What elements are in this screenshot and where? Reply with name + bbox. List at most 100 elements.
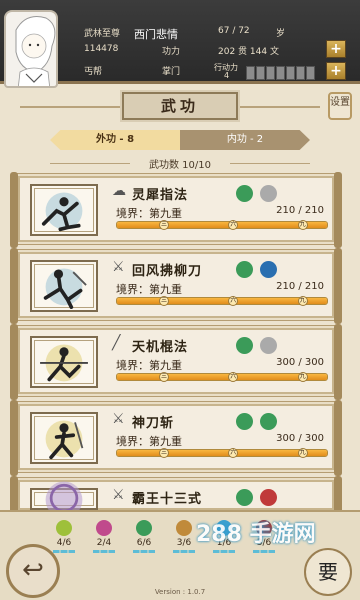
skill-progress-value: 300 / 300 xyxy=(276,357,324,368)
skill-progress-value: 300 / 300 xyxy=(276,433,324,444)
blade-icon: ⚔ xyxy=(112,259,125,275)
attribute-orb-icon xyxy=(56,520,72,536)
skill-attribute-badge xyxy=(236,489,253,506)
add-action-button[interactable]: + xyxy=(326,62,346,80)
title-divider-right xyxy=(240,106,320,108)
skill-progress-value: 210 / 210 xyxy=(276,205,324,216)
site-watermark-logo: 288 手游网 xyxy=(196,516,316,548)
attribute-slot-pips xyxy=(53,550,75,553)
player-header: 武林至尊 西门悲情 67 / 72 岁 114478 功力 202 贯 144 … xyxy=(0,0,360,88)
skill-portrait xyxy=(30,412,98,464)
tab-internal-skills[interactable]: 内功 - 2 xyxy=(180,130,310,150)
scroll-handle-right xyxy=(334,172,342,248)
skill-progress-bar: 三六九 xyxy=(116,448,328,458)
stage-marker: 三 xyxy=(159,448,169,458)
skill-name: 天机棍法 xyxy=(132,340,189,355)
skill-progress-bar: 三六九 xyxy=(116,296,328,306)
action-point-slot xyxy=(296,66,305,80)
skill-realm: 境界：第九重 xyxy=(116,283,182,296)
action-point-slot xyxy=(276,66,285,80)
skill-attribute-badge xyxy=(236,413,253,430)
skill-card[interactable]: ⚔ 回风拂柳刀 境界：第九重 210 / 210 三 六 九 xyxy=(10,248,342,324)
attribute-slot[interactable]: 4/6 xyxy=(46,520,82,553)
version-label: Version : 1.0.7 xyxy=(154,588,206,596)
stage-marker: 九 xyxy=(297,296,308,306)
stage-marker: 三 xyxy=(159,372,169,382)
skill-name: 霸王十三式 xyxy=(132,492,203,507)
page-title: 武功 xyxy=(120,90,240,122)
scroll-handle-right xyxy=(334,248,342,324)
attribute-slot-value: 2/4 xyxy=(96,538,112,548)
scroll-handle-left xyxy=(10,400,18,476)
skill-progress-bar: 三六九 xyxy=(116,372,328,382)
stage-marker: 九 xyxy=(297,220,308,230)
stage-marker: 三 xyxy=(159,296,169,306)
skill-card[interactable]: ⚔ 霸王十三式 xyxy=(10,476,342,552)
action-value: 4 xyxy=(224,71,230,80)
age-value: 67 / 72 xyxy=(218,26,250,36)
martial-artist-silhouette-icon xyxy=(43,268,87,309)
title-divider-left xyxy=(20,106,120,108)
staff-icon: ╱ xyxy=(112,335,121,351)
stage-marker: 六 xyxy=(228,372,239,382)
skill-count: 武功数 10/10 xyxy=(0,156,360,171)
sword-icon: ⚔ xyxy=(112,487,125,503)
skill-progress-fill xyxy=(117,374,327,380)
avatar-portrait-icon xyxy=(15,16,56,86)
skill-progress-fill xyxy=(117,450,327,456)
martial-artist-silhouette-icon xyxy=(45,420,84,460)
skill-portrait xyxy=(30,336,98,388)
action-point-slot xyxy=(266,66,275,80)
stage-marker: 三 xyxy=(159,220,169,230)
scroll-handle-left xyxy=(10,248,18,324)
skill-portrait xyxy=(30,260,98,312)
action-point-slot xyxy=(306,66,315,80)
skill-realm: 境界：第九重 xyxy=(116,207,182,220)
skill-attribute-badge xyxy=(260,413,277,430)
scroll-handle-left xyxy=(10,172,18,248)
stage-marker: 六 xyxy=(228,448,239,458)
skill-card[interactable]: ☁ 灵犀指法境界：第九重 210 / 210 三 六 九 xyxy=(10,172,342,248)
attribute-orb-icon xyxy=(96,520,112,536)
skill-progress-fill xyxy=(117,222,327,228)
skill-attribute-badge xyxy=(260,261,277,278)
attribute-slot-value: 4/6 xyxy=(56,538,72,548)
martial-artist-silhouette-icon xyxy=(40,344,88,382)
action-point-slot xyxy=(256,66,265,80)
settings-button[interactable]: 设置 xyxy=(328,92,352,120)
age-unit: 岁 xyxy=(276,29,286,39)
skill-portrait xyxy=(30,184,98,236)
skill-progress-bar: 三六九 xyxy=(116,220,328,230)
attribute-slot-pips xyxy=(213,550,235,553)
sect-label: 丐帮 xyxy=(84,67,103,77)
header-row-1: 武林至尊 西门悲情 67 / 72 岁 xyxy=(76,22,316,42)
add-silver-button[interactable]: + xyxy=(326,40,346,58)
attribute-slot-pips xyxy=(133,550,155,553)
stage-marker: 九 xyxy=(297,372,308,382)
attribute-orb-icon xyxy=(136,520,152,536)
skill-name: 灵犀指法 xyxy=(132,188,189,203)
tab-external-skills[interactable]: 外功 - 8 xyxy=(50,130,180,150)
skill-card[interactable]: ╱ 天机棍法 境界：第九重 300 / 300 三 六 九 xyxy=(10,324,342,400)
skill-name: 神刀斩 xyxy=(132,416,175,431)
attribute-slot[interactable]: 2/4 xyxy=(86,520,122,553)
attribute-orb-icon xyxy=(176,520,192,536)
attribute-slot[interactable]: 6/6 xyxy=(126,520,162,553)
watermark-text: 288 手游网 xyxy=(196,522,316,547)
skill-card[interactable]: ⚔ 神刀斩 境界：第九重 300 / 300 三 六 九 xyxy=(10,400,342,476)
stage-marker: 六 xyxy=(228,296,239,306)
skill-attribute-badge xyxy=(260,185,277,202)
action-point-slot xyxy=(246,66,255,80)
scroll-handle-right xyxy=(334,400,342,476)
skill-progress-fill xyxy=(117,298,327,304)
scroll-handle-right xyxy=(334,324,342,400)
martial-artist-silhouette-icon xyxy=(41,192,83,232)
skill-progress-value: 210 / 210 xyxy=(276,281,324,292)
stage-marker: 六 xyxy=(228,220,239,230)
player-avatar[interactable] xyxy=(4,10,58,88)
skill-attribute-badge xyxy=(236,337,253,354)
skill-attribute-badge xyxy=(236,185,253,202)
cloud-fist-icon: ☁ xyxy=(112,183,126,199)
scroll-handle-left xyxy=(10,324,18,400)
skill-attribute-badge xyxy=(260,489,277,506)
